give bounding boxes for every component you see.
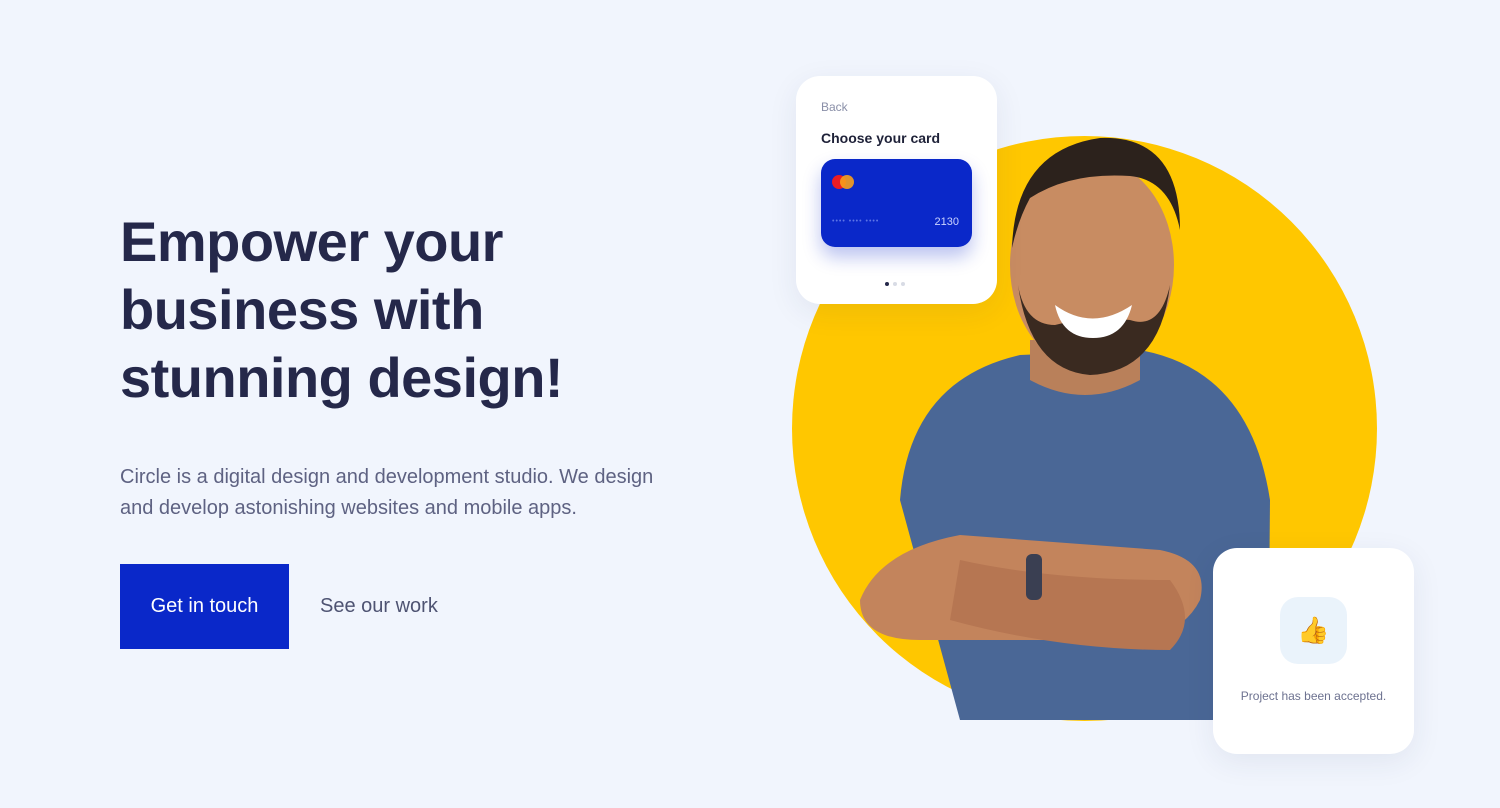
card-masked-number: •••• •••• •••• <box>832 218 880 225</box>
see-our-work-link[interactable]: See our work <box>320 595 438 618</box>
hero-description: Circle is a digital design and developme… <box>120 466 654 519</box>
pager-dot-2[interactable] <box>893 282 897 286</box>
project-accepted-widget: 👍 Project has been accepted. <box>1213 548 1414 754</box>
choose-card-widget: Back Choose your card •••• •••• •••• 213… <box>796 76 997 304</box>
accepted-message: Project has been accepted. <box>1240 689 1387 703</box>
pager-dot-3[interactable] <box>901 282 905 286</box>
headline-line-2: business with <box>120 278 484 341</box>
headline-line-3: stunning design! <box>120 346 564 409</box>
hero-text-block: Empower your business with stunning desi… <box>120 208 720 649</box>
page-title: Empower your business with stunning desi… <box>120 208 720 412</box>
get-in-touch-button[interactable]: Get in touch <box>120 564 289 649</box>
thumbs-up-icon: 👍 <box>1280 597 1347 664</box>
payment-card[interactable]: •••• •••• •••• 2130 <box>821 159 972 247</box>
back-link[interactable]: Back <box>821 100 848 114</box>
cta-row: Get in touch See our work <box>120 564 720 649</box>
card-pager <box>885 282 905 286</box>
headline-line-1: Empower your <box>120 210 503 273</box>
mastercard-icon <box>832 175 856 189</box>
pager-dot-1[interactable] <box>885 282 889 286</box>
card-widget-title: Choose your card <box>821 130 941 146</box>
card-last-digits: 2130 <box>934 216 959 228</box>
